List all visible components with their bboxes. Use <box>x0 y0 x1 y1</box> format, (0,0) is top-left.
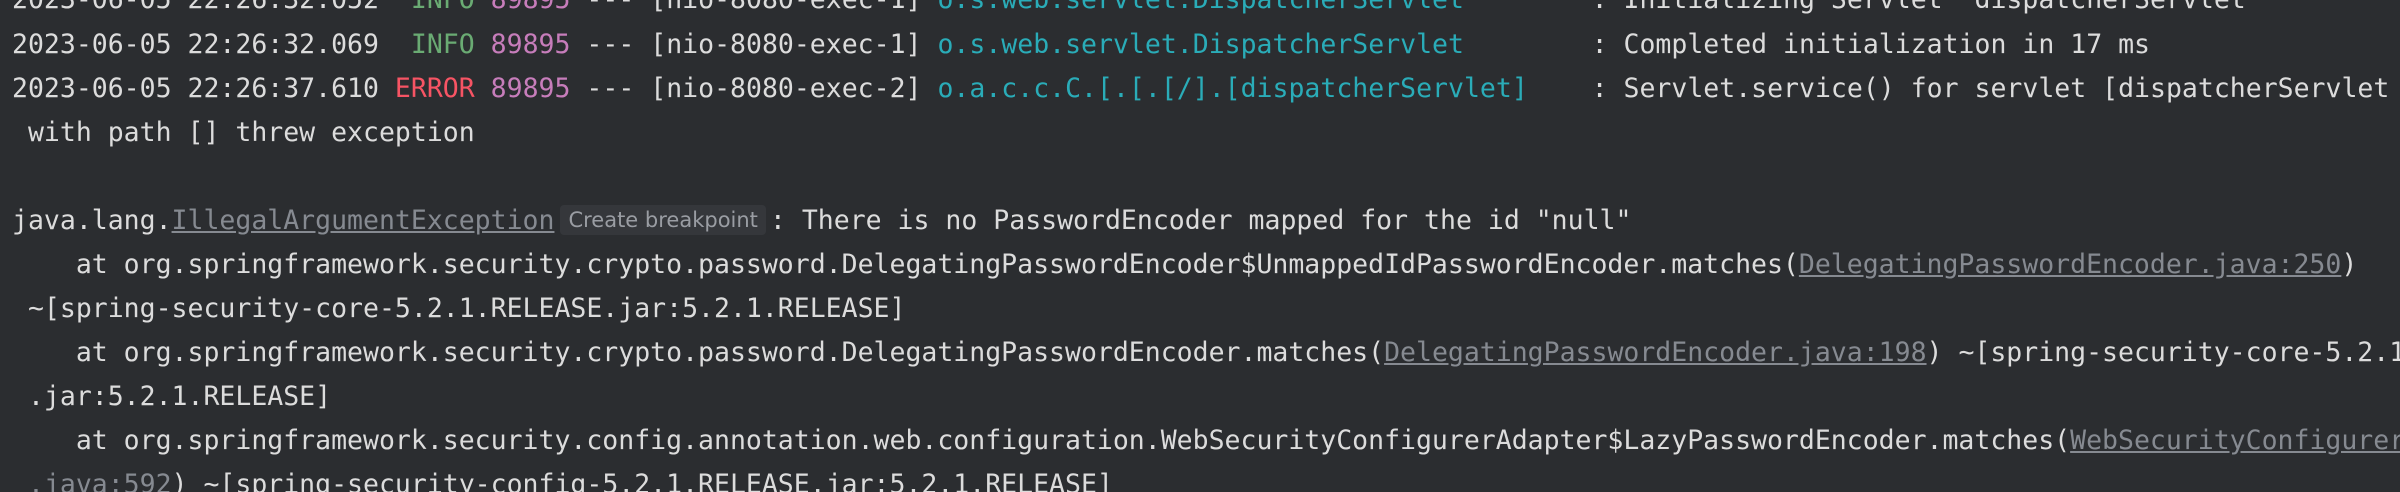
stack-frame-jar: ~[spring-security-core-5.2.1.RELEASE.jar… <box>12 293 906 324</box>
log-line-continuation: with path [] threw exception <box>12 111 475 155</box>
stack-frame: at org.springframework.security.config.a… <box>12 419 2400 463</box>
exception-prefix: java.lang. <box>12 205 172 236</box>
log-message: : Servlet.service() for servlet [dispatc… <box>1591 73 2390 104</box>
log-timestamp: 2023-06-05 22:26:32.069 <box>12 29 379 60</box>
exception-line: java.lang.IllegalArgumentException Create… <box>12 199 1631 243</box>
log-message: : Completed initialization in 17 ms <box>1591 29 2151 60</box>
log-logger: o.s.web.servlet.DispatcherServlet <box>937 29 1464 60</box>
log-message: : Initializing Servlet 'dispatcherServle… <box>1592 0 2262 15</box>
stack-frame-source-link[interactable]: WebSecurityConfigurerAdapter <box>2070 425 2400 456</box>
stack-frame-wrap: .jar:5.2.1.RELEASE] <box>12 375 331 419</box>
stack-frame: at org.springframework.security.crypto.p… <box>12 243 2358 287</box>
stack-frame-source-link[interactable]: DelegatingPasswordEncoder.java:250 <box>1799 249 2341 280</box>
log-pid: 89895 <box>490 73 571 104</box>
log-level: INFO <box>410 29 475 60</box>
stack-frame: at org.springframework.security.crypto.p… <box>12 331 2400 375</box>
stack-frame-source-link[interactable]: DelegatingPasswordEncoder.java:198 <box>1384 337 1926 368</box>
console-output[interactable]: 2023-06-05 22:26:32.052 INFO 89895 --- [… <box>0 0 2400 492</box>
stack-frame-suffix: ) ~[spring-security-core-5.2.1 <box>1926 337 2400 368</box>
log-thread: [nio-8080-exec-2] <box>650 73 922 104</box>
log-line: 2023-06-05 22:26:32.052 INFO 89895 --- [… <box>12 0 2262 22</box>
stack-frame-source-link[interactable]: .java:592 <box>12 469 172 492</box>
log-timestamp: 2023-06-05 22:26:37.610 <box>12 73 379 104</box>
log-thread: [nio-8080-exec-1] <box>650 0 921 15</box>
log-thread: [nio-8080-exec-1] <box>650 29 922 60</box>
stack-frame-text: at org.springframework.security.crypto.p… <box>12 337 1385 368</box>
log-logger: o.s.web.servlet.DispatcherServlet <box>937 0 1464 15</box>
log-pid: 89895 <box>490 29 571 60</box>
log-separator: --- <box>586 73 635 104</box>
error-continuation-text: with path [] threw exception <box>12 117 475 148</box>
create-breakpoint-button[interactable]: Create breakpoint <box>560 205 766 235</box>
log-separator: --- <box>586 0 634 15</box>
log-level: INFO <box>411 0 475 15</box>
stack-frame-wrap: .java:592) ~[spring-security-config-5.2.… <box>12 463 1113 492</box>
log-line: 2023-06-05 22:26:32.069 INFO 89895 --- [… <box>12 23 2150 67</box>
log-logger: o.a.c.c.C.[.[.[/].[dispatcherServlet] <box>937 73 1528 104</box>
log-pid: 89895 <box>491 0 571 15</box>
stack-frame-wrap: ~[spring-security-core-5.2.1.RELEASE.jar… <box>12 287 906 331</box>
stack-frame-text: at org.springframework.security.crypto.p… <box>12 249 1799 280</box>
stack-frame-jar: ) ~[spring-security-config-5.2.1.RELEASE… <box>171 469 1113 492</box>
log-separator: --- <box>586 29 635 60</box>
exception-message: : There is no PasswordEncoder mapped for… <box>769 205 1632 236</box>
stack-frame-suffix: ) <box>2341 249 2358 280</box>
log-line-error: 2023-06-05 22:26:37.610 ERROR 89895 --- … <box>12 67 2389 111</box>
stack-frame-text: at org.springframework.security.config.a… <box>12 425 2071 456</box>
log-timestamp: 2023-06-05 22:26:32.052 <box>12 0 379 15</box>
exception-class-link[interactable]: IllegalArgumentException <box>172 205 555 236</box>
stack-frame-jar: .jar:5.2.1.RELEASE] <box>12 381 332 412</box>
log-level: ERROR <box>394 73 475 104</box>
